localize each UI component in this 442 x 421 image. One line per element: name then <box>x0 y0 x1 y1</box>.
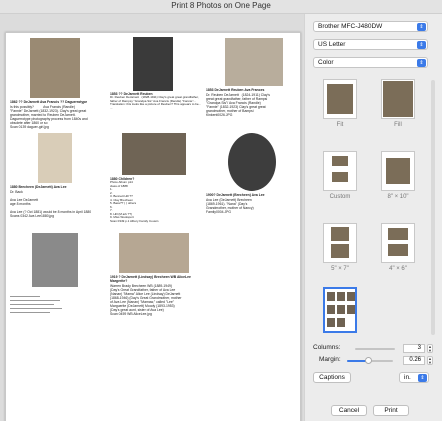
title-bar: Print 8 Photos on One Page <box>0 0 442 14</box>
photo-1 <box>30 38 80 98</box>
layout-4x6-preview-1 <box>388 228 408 240</box>
columns-label: Columns: <box>313 344 341 351</box>
photo-7-text-line <box>10 304 54 305</box>
photo-5-text: Photo Album p14 class of 1888 1. 2. 3. B… <box>110 181 159 223</box>
photo-4-text: Dr. Back Ava Lee DeJarnett age 8 months … <box>10 190 92 218</box>
photo-6-text: Ava Lee (DeJarnett) Brecheen (1869-1961)… <box>206 198 254 214</box>
photo-3-text: Dr. Reuben DeJarnett (1824-1911) Clay's … <box>206 93 270 117</box>
layout-8x10-preview <box>386 158 410 184</box>
margin-field[interactable]: 0.26 <box>403 356 425 365</box>
photo-7-text-line <box>10 300 60 301</box>
layout-multi-thumb <box>327 292 335 301</box>
margin-label: Margin: <box>319 356 341 363</box>
preview-area: 1862 ?? DeJarnett Ava Francis ?? Daguerr… <box>0 14 304 421</box>
layout-8x10-label: 8" × 10" <box>387 194 409 200</box>
layout-5x7-preview-2 <box>331 244 349 258</box>
layout-fill-label: Fill <box>394 122 402 128</box>
paper-size-value: US Letter <box>318 41 346 48</box>
color-value: Color <box>318 59 334 66</box>
photo-8-caption: 1919 ? DeJarnett (Lindsay) Brecheen WB A… <box>110 275 192 283</box>
color-select[interactable]: Color ⇕ <box>313 57 428 68</box>
printer-select[interactable]: Brother MFC-J480DW ⇕ <box>313 21 428 32</box>
units-value: in. <box>404 374 411 381</box>
captions-button[interactable]: Captions <box>313 372 351 383</box>
photo-2-text: Dr. Reuben DeJarnett (1828-1911) Clay's … <box>110 96 202 110</box>
chevron-updown-icon: ⇕ <box>418 374 427 382</box>
layout-custom-preview-2 <box>332 172 348 182</box>
layout-multi-thumb <box>337 318 345 327</box>
layout-4x6-preview-2 <box>388 244 408 256</box>
layout-multi-thumb <box>337 292 345 301</box>
photo-7-text-line <box>10 308 62 309</box>
printer-select-value: Brother MFC-J480DW <box>318 23 383 30</box>
cancel-button[interactable]: Cancel <box>331 405 367 416</box>
photo-7-text-line <box>10 312 50 313</box>
layout-4x6-label: 4" × 6" <box>389 266 407 272</box>
layout-fit-label: Fit <box>336 122 344 128</box>
photo-1-text: Is this possibly? Ava Francis (Randle) "… <box>10 105 88 129</box>
layout-fit[interactable] <box>323 79 357 119</box>
layout-options: Fit Fill Custom 8" × 10" 5" × 7" 4" × 6" <box>315 79 433 344</box>
layout-multi-thumb <box>327 305 335 314</box>
layout-multi-thumb <box>327 318 335 327</box>
photo-8-text: Warren Brady Brecheen WB (1889-1949) (Da… <box>110 284 182 316</box>
print-button[interactable]: Print <box>373 405 409 416</box>
photo-4 <box>38 133 72 183</box>
layout-fill[interactable] <box>381 79 415 119</box>
photo-2 <box>133 37 173 91</box>
photo-7-text <box>10 294 104 318</box>
columns-slider-track[interactable] <box>355 348 395 350</box>
layout-5x7[interactable] <box>323 223 357 263</box>
print-options-sidebar: Brother MFC-J480DW ⇕ US Letter ⇕ Color ⇕… <box>304 14 442 421</box>
layout-4x6[interactable] <box>381 223 415 263</box>
layout-custom-preview-1 <box>332 156 348 166</box>
units-select[interactable]: in. ⇕ <box>399 372 429 383</box>
layout-custom-label: Custom <box>329 194 351 200</box>
layout-8x10[interactable] <box>381 151 415 191</box>
photo-6 <box>228 133 276 191</box>
layout-fit-preview <box>327 84 353 114</box>
layout-scrollbar[interactable] <box>431 80 435 335</box>
layout-5x7-label: 5" × 7" <box>331 266 349 272</box>
chevron-updown-icon: ⇕ <box>417 41 426 49</box>
photo-8 <box>119 233 189 273</box>
layout-multi-thumb <box>347 292 355 301</box>
chevron-updown-icon: ⇕ <box>417 59 426 67</box>
print-preview-page: 1862 ?? DeJarnett Ava Francis ?? Daguerr… <box>5 32 301 421</box>
margin-stepper[interactable]: ▲ ▼ <box>427 356 433 365</box>
layout-multi-thumb <box>347 305 355 314</box>
layout-multi-photo[interactable] <box>323 287 357 333</box>
photo-3 <box>225 38 283 86</box>
chevron-updown-icon: ⇕ <box>417 23 426 31</box>
layout-multi-thumb <box>337 305 345 314</box>
margin-slider-knob[interactable] <box>364 357 372 364</box>
photo-7-text-line <box>10 296 40 297</box>
photo-5 <box>122 133 186 175</box>
paper-size-select[interactable]: US Letter ⇕ <box>313 39 428 50</box>
columns-stepper[interactable]: ▲ ▼ <box>427 344 433 353</box>
layout-fill-preview <box>383 81 413 117</box>
window-title: Print 8 Photos on One Page <box>171 1 271 10</box>
layout-custom[interactable] <box>323 151 357 191</box>
layout-5x7-preview-1 <box>331 227 349 241</box>
columns-field[interactable]: 3 <box>403 344 425 353</box>
photo-7 <box>32 233 78 287</box>
